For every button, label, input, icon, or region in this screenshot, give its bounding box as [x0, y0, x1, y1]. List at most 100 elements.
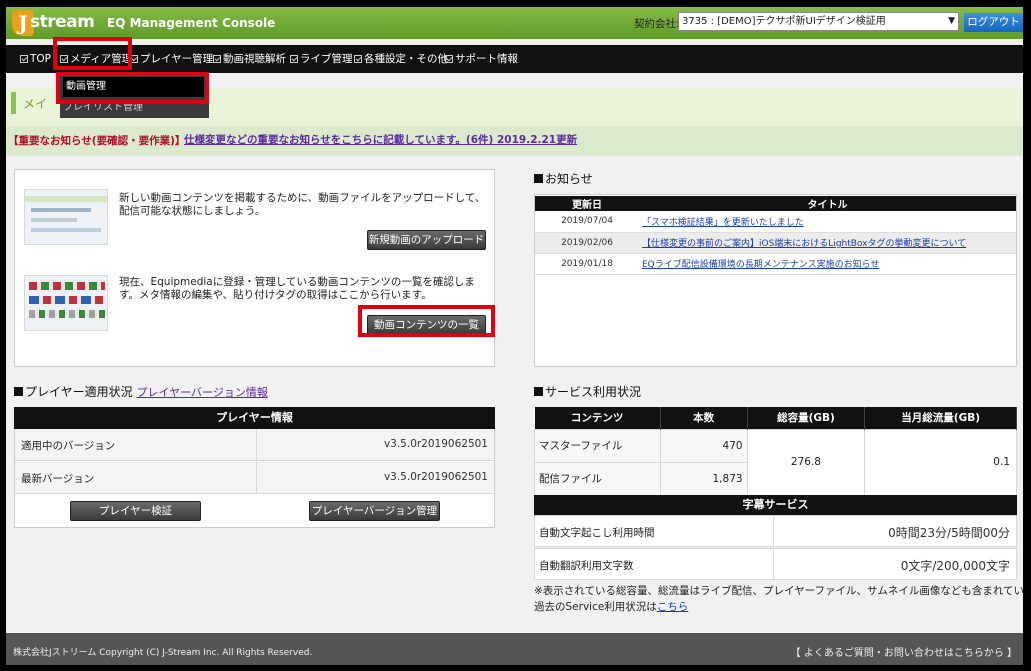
- nav-item-analytics[interactable]: 動画視聴解析: [213, 45, 286, 73]
- app-window: J stream EQ Management Console 契約会社: 373…: [6, 7, 1023, 665]
- news-date: 2019/01/18: [535, 253, 639, 275]
- upload-thumbnail: [24, 189, 108, 245]
- page-title: メイ: [23, 97, 48, 111]
- nav-item-live[interactable]: ライブ管理: [290, 45, 353, 73]
- usage-table: コンテンツ 本数 総容量(GB) 当月総流量(GB) マスターファイル 470 …: [534, 407, 1017, 496]
- footer: 株式会社Jストリーム Copyright (C) J-Stream Inc. A…: [6, 633, 1023, 665]
- media-actions-panel: 新しい動画コンテンツを掲載するために、動画ファイルをアップロードして、配信可能な…: [14, 169, 495, 367]
- checkbox-icon: [130, 55, 138, 63]
- usage-footnote: ※表示されている総容量、総流量はライブ配信、プレイヤーファイル、サムネイル画像な…: [534, 585, 1023, 597]
- table-row: 2019/01/18 EQライブ配信設備環境の長期メンテナンス実施のお知らせ: [535, 253, 1016, 275]
- subtitle-row-value: 0文字/200,000文字: [900, 559, 1010, 573]
- new-upload-button[interactable]: 新規動画のアップロード: [367, 230, 486, 250]
- media-dropdown-menu: 動画管理 プレイリスト管理: [60, 74, 209, 118]
- news-col-date: 更新日: [535, 196, 639, 211]
- contents-description: 現在、Equipmediaに登録・管理している動画コンテンツの一覧を確認します。…: [119, 276, 475, 301]
- news-date: 2019/07/04: [535, 211, 639, 233]
- divider: [773, 516, 774, 546]
- table-row: 適用中のバージョン v3.5.0r2019062501: [15, 429, 494, 461]
- nav-label: 動画視聴解析: [223, 53, 286, 65]
- player-row-key: 適用中のバージョン: [21, 440, 116, 452]
- nav-label: ライブ管理: [300, 53, 353, 65]
- nav-label: TOP: [30, 53, 52, 65]
- main-nav: TOP メディア管理 プレイヤー管理 動画視聴解析 ライブ管理 各種設定・その他…: [6, 45, 1023, 73]
- player-status-title-text: プレイヤー適用状況: [25, 385, 133, 399]
- contents-thumbnail: [24, 275, 108, 331]
- past-usage-link[interactable]: こちら: [657, 601, 689, 613]
- video-contents-list-button[interactable]: 動画コンテンツの一覧: [367, 315, 486, 335]
- player-row-key: 最新バージョン: [21, 473, 95, 485]
- news-link[interactable]: 【仕様変更の事前のご案内】iOS端末におけるLightBoxタグの挙動変更につい…: [639, 232, 1016, 254]
- important-notice-link[interactable]: 仕様変更などの重要なお知らせをこちらに記載しています。(6件) 2019.2.2…: [184, 132, 577, 147]
- contract-select[interactable]: 3735 : [DEMO]テクサポ新UIデザイン検証用 ▼: [678, 12, 959, 31]
- checkbox-icon: [290, 55, 298, 63]
- nav-label: 各種設定・その他: [364, 53, 448, 65]
- jstream-logo[interactable]: J stream: [12, 10, 95, 36]
- table-row: 自動文字起こし利用時間 0時間23分/5時間00分: [534, 515, 1017, 547]
- news-link[interactable]: EQライブ配信設備環境の長期メンテナンス実施のお知らせ: [639, 253, 1016, 275]
- nav-item-settings[interactable]: 各種設定・その他: [354, 45, 448, 73]
- contract-select-value: 3735 : [DEMO]テクサポ新UIデザイン検証用: [682, 16, 886, 27]
- player-version-manage-button[interactable]: プレイヤーバージョン管理: [309, 501, 440, 521]
- news-link[interactable]: 「スマホ検証結果」を更新いたしました: [639, 211, 1016, 233]
- subtitle-row-key: 自動翻訳利用文字数: [539, 560, 634, 572]
- table-row: マスターファイル 470 276.8 0.1: [534, 428, 1017, 496]
- menu-item-video-management[interactable]: 動画管理: [63, 77, 204, 97]
- table-row: 2019/07/04 「スマホ検証結果」を更新いたしました: [535, 211, 1016, 233]
- usage-col-content: コンテンツ: [534, 407, 661, 429]
- usage-monthly-traffic: 0.1: [864, 428, 1017, 496]
- subtitle-row-value: 0時間23分/5時間00分: [888, 526, 1010, 540]
- nav-label: プレイヤー管理: [140, 53, 214, 65]
- usage-col-traffic: 当月総流量(GB): [864, 407, 1017, 429]
- divider: [256, 429, 257, 461]
- divider: [256, 462, 257, 494]
- player-info-header: プレイヤー情報: [14, 407, 495, 429]
- news-title-text: お知らせ: [545, 172, 593, 186]
- nav-item-media[interactable]: メディア管理: [60, 45, 132, 73]
- usage-title: サービス利用状況: [534, 383, 641, 400]
- menu-item-playlist-management[interactable]: プレイリスト管理: [63, 100, 143, 116]
- important-notice-bar: 【重要なお知らせ(要確認・要作業)】 仕様変更などの重要なお知らせをこちらに記載…: [6, 126, 1023, 156]
- contract-label: 契約会社:: [634, 18, 680, 30]
- table-row: 最新バージョン v3.5.0r2019062501: [15, 462, 494, 494]
- nav-label: サポート情報: [455, 53, 518, 65]
- important-notice-label: 【重要なお知らせ(要確認・要作業)】: [8, 135, 186, 147]
- usage-content: マスターファイル: [534, 428, 661, 463]
- player-row-value: v3.5.0r2019062501: [383, 438, 488, 450]
- nav-item-top[interactable]: TOP: [20, 45, 51, 73]
- logo-text: stream: [30, 12, 95, 32]
- usage-col-capacity: 総容量(GB): [747, 407, 866, 429]
- checkbox-icon: [213, 55, 221, 63]
- usage-col-count: 本数: [660, 407, 748, 429]
- past-usage-text: 過去のService利用状況は: [534, 601, 657, 613]
- footer-contact-link[interactable]: 【 よくあるご質問・お問い合わせはこちらから 】: [791, 644, 1017, 659]
- player-row-value: v3.5.0r2019062501: [383, 471, 488, 483]
- usage-total-capacity: 276.8: [746, 428, 866, 496]
- checkbox-icon: [445, 55, 453, 63]
- upload-description: 新しい動画コンテンツを掲載するために、動画ファイルをアップロードして、配信可能な…: [119, 192, 486, 217]
- chevron-down-icon: ▼: [948, 16, 955, 26]
- usage-count: 1,873: [659, 461, 748, 496]
- past-usage-note: 過去のService利用状況はこちら: [534, 599, 688, 614]
- table-row: 自動翻訳利用文字数 0文字/200,000文字: [534, 548, 1017, 580]
- square-icon: [534, 387, 543, 396]
- player-version-info-link[interactable]: プレイヤーバージョン情報: [136, 386, 267, 399]
- player-verify-button[interactable]: プレイヤー検証: [70, 501, 201, 521]
- nav-label: メディア管理: [70, 53, 133, 65]
- nav-item-support[interactable]: サポート情報: [445, 45, 518, 73]
- divider: [773, 549, 774, 579]
- checkbox-icon: [20, 55, 28, 63]
- square-icon: [534, 174, 543, 183]
- subtitle-service-header: 字幕サービス: [534, 495, 1017, 515]
- logout-button[interactable]: ログアウト: [964, 13, 1023, 32]
- usage-panel: コンテンツ 本数 総容量(GB) 当月総流量(GB) マスターファイル 470 …: [534, 407, 1017, 496]
- footer-copyright: 株式会社Jストリーム Copyright (C) J-Stream Inc. A…: [13, 648, 313, 658]
- news-table: 更新日 タイトル 2019/07/04 「スマホ検証結果」を更新いたしました 2…: [535, 196, 1016, 275]
- news-title: お知らせ: [534, 170, 593, 187]
- title-accent-bar: [11, 92, 16, 114]
- usage-title-text: サービス利用状況: [545, 385, 642, 399]
- nav-item-player[interactable]: プレイヤー管理: [130, 45, 213, 73]
- usage-count: 470: [659, 428, 748, 463]
- checkbox-icon: [354, 55, 362, 63]
- table-row: 2019/02/06 【仕様変更の事前のご案内】iOS端末におけるLightBo…: [535, 232, 1016, 254]
